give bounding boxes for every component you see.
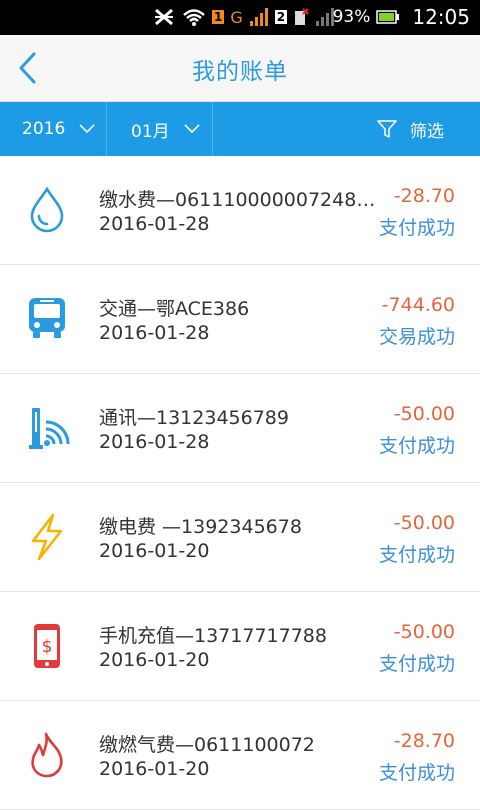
phone-dollar-icon: $ [34,624,60,668]
divider [106,102,107,156]
bill-row[interactable]: $ 手机充值—13717717788 2016-01-20 -50.00 支付成… [0,592,480,701]
water-drop-icon [30,186,64,233]
bill-name: 缴燃气费—0611100072 [99,734,315,756]
bill-list: 缴水费—0611100000072480… 2016-01-28 -28.70 … [0,156,480,810]
status-bar: 1 G 2 93% 12:05 [0,0,480,35]
bill-amount: -50.00 [393,621,455,643]
clock: 12:05 [412,5,470,29]
month-value: 01月 [131,121,170,142]
signal-bars-orange-icon [249,8,268,26]
bill-date: 2016-01-28 [99,213,210,235]
battery-icon [376,10,400,24]
divider [212,102,213,156]
funnel-icon [377,120,397,138]
bus-icon [29,298,65,338]
status-icons: 1 G 2 [152,6,335,28]
bill-amount: -50.00 [393,403,455,425]
sim-error-icon [295,8,309,25]
lightning-icon [31,513,63,561]
sim1-badge: 1 [212,10,225,24]
wifi-router-icon [29,408,70,449]
month-dropdown[interactable]: 01月 [131,102,200,156]
bill-date: 2016-01-28 [99,322,210,344]
battery-percent: 93% [332,7,371,27]
sim2-badge: 2 [274,10,288,24]
bill-row[interactable]: 通讯—13123456789 2016-01-28 -50.00 支付成功 [0,374,480,483]
bill-row[interactable]: 交通—鄂ACE386 2016-01-28 -744.60 交易成功 [0,265,480,374]
bill-name: 缴水费—0611100000072480… [99,189,384,211]
flame-icon [31,732,63,778]
network-type-label: G [230,7,243,27]
year-value: 2016 [22,119,66,139]
bill-status: 交易成功 [378,326,455,348]
bill-status: 支付成功 [378,435,455,457]
bill-amount: -744.60 [381,294,455,316]
app-header: 我的账单 [0,35,480,102]
bill-status: 支付成功 [378,544,455,566]
bill-row[interactable]: 缴水费—0611100000072480… 2016-01-28 -28.70 … [0,156,480,265]
page-title: 我的账单 [192,59,288,85]
bill-name: 缴电费 —1392345678 [99,516,302,538]
bill-name: 手机充值—13717717788 [99,625,327,647]
bill-amount: -50.00 [393,512,455,534]
wifi-icon [183,9,205,26]
bill-amount: -28.70 [393,730,455,752]
bill-date: 2016-01-20 [99,758,210,780]
filter-button[interactable]: 筛选 [376,102,444,156]
filter-bar: 2016 01月 筛选 [0,102,480,156]
bill-name: 通讯—13123456789 [99,407,289,429]
filter-label: 筛选 [410,121,444,142]
svg-text:$: $ [42,637,53,657]
bill-row[interactable]: 缴电费 —1392345678 2016-01-20 -50.00 支付成功 [0,483,480,592]
chevron-down-icon [184,124,200,134]
status-right: 93% 12:05 [333,5,470,29]
no-signal-x-icon [155,8,173,26]
bill-date: 2016-01-28 [99,431,210,453]
bill-row[interactable]: 缴燃气费—0611100072 2016-01-20 -28.70 支付成功 [0,701,480,810]
bill-date: 2016-01-20 [99,649,210,671]
bill-status: 支付成功 [378,653,455,675]
bill-date: 2016-01-20 [99,540,210,562]
bill-name: 交通—鄂ACE386 [99,298,250,320]
chevron-down-icon [79,124,95,134]
bill-status: 支付成功 [378,217,455,239]
year-dropdown[interactable]: 2016 [22,102,95,156]
bill-status: 支付成功 [378,762,455,784]
bill-amount: -28.70 [393,185,455,207]
